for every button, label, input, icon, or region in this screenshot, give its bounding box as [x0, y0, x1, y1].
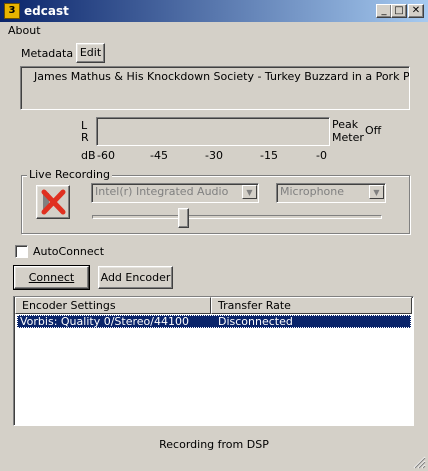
- window-title: edcast: [24, 4, 69, 18]
- close-icon: ✕: [411, 5, 421, 16]
- menu-about[interactable]: About: [8, 24, 41, 37]
- column-header-encoder-settings[interactable]: Encoder Settings: [15, 297, 211, 314]
- metadata-text: James Mathus & His Knockdown Society - T…: [20, 66, 410, 110]
- db-tick: -60: [97, 149, 115, 162]
- status-text: Recording from DSP: [159, 438, 269, 451]
- encoder-settings-cell: Vorbis: Quality 0/Stereo/44100: [20, 315, 189, 328]
- peak-label-line2: Meter: [332, 131, 364, 144]
- chevron-down-icon[interactable]: ▼: [242, 185, 257, 199]
- peak-meter-status: Off: [365, 124, 382, 137]
- volume-slider-track[interactable]: [92, 215, 382, 219]
- mute-x-icon: [41, 189, 66, 215]
- volume-slider-thumb[interactable]: [178, 208, 189, 228]
- minimize-icon: _: [381, 5, 387, 16]
- peak-meter-label: Peak Meter: [332, 118, 364, 144]
- audio-input-select[interactable]: Microphone ▼: [276, 183, 386, 203]
- minimize-button[interactable]: _: [376, 4, 392, 18]
- title-bar[interactable]: 3 edcast _ □ ✕: [0, 0, 428, 22]
- edit-metadata-button[interactable]: Edit: [76, 43, 105, 63]
- live-recording-toggle-button[interactable]: [36, 185, 70, 219]
- db-tick: -15: [260, 149, 278, 162]
- db-tick: -45: [150, 149, 168, 162]
- peak-meter-bar: [96, 117, 330, 146]
- menu-bar: [0, 22, 428, 40]
- encoder-list[interactable]: Encoder Settings Transfer Rate Vorbis: Q…: [13, 296, 414, 426]
- edcast-window: 3 edcast _ □ ✕ About Metadata Edit James…: [0, 0, 428, 471]
- close-button[interactable]: ✕: [408, 4, 424, 18]
- transfer-rate-cell: Disconnected: [218, 315, 293, 328]
- audio-device-select[interactable]: Intel(r) Integrated Audio ▼: [91, 183, 259, 203]
- peak-label-line1: Peak: [332, 118, 359, 131]
- connect-button[interactable]: Connect: [13, 265, 90, 290]
- db-label: dB: [81, 149, 96, 162]
- table-row[interactable]: Vorbis: Quality 0/Stereo/44100 Disconnec…: [17, 315, 411, 328]
- autoconnect-checkbox[interactable]: [15, 245, 28, 258]
- resize-grip-icon[interactable]: [412, 455, 426, 469]
- audio-input-value: Microphone: [280, 185, 345, 198]
- db-tick: -30: [205, 149, 223, 162]
- maximize-button[interactable]: □: [391, 4, 407, 18]
- meter-right-label: R: [81, 131, 89, 144]
- db-tick: -0: [316, 149, 327, 162]
- maximize-icon: □: [394, 5, 404, 16]
- add-encoder-button[interactable]: Add Encoder: [98, 266, 173, 289]
- chevron-down-icon[interactable]: ▼: [369, 185, 384, 199]
- audio-device-value: Intel(r) Integrated Audio: [95, 185, 229, 198]
- metadata-label: Metadata: [21, 47, 74, 60]
- autoconnect-label: AutoConnect: [33, 245, 105, 258]
- app-icon: 3: [4, 3, 20, 19]
- column-header-transfer-rate[interactable]: Transfer Rate: [211, 297, 412, 314]
- live-recording-label: Live Recording: [27, 168, 112, 181]
